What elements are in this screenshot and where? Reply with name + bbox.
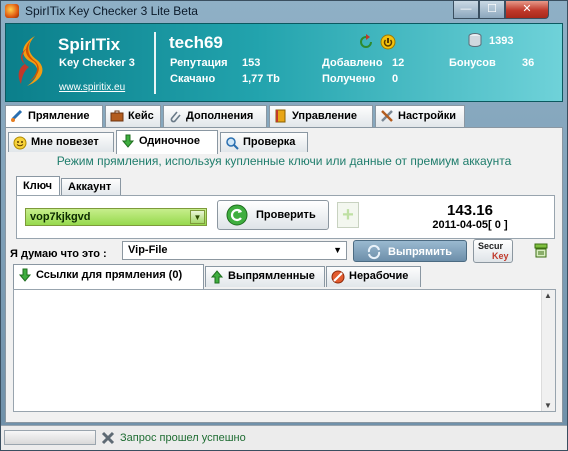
book-icon <box>274 109 288 123</box>
tab-links[interactable]: Ссылки для прямления (0) <box>13 264 204 289</box>
brand-name: SpirITix <box>58 35 121 54</box>
mode-description: Режим прямления, используя купленные клю… <box>56 154 512 168</box>
chevron-down-icon[interactable]: ▼ <box>333 245 342 255</box>
check-button[interactable]: Проверить <box>217 200 329 230</box>
added-label: Добавлено <box>322 57 383 69</box>
smiley-icon <box>13 136 27 150</box>
window-title: SpirITix Key Checker 3 Lite Beta <box>25 4 198 18</box>
added-value: 12 <box>392 57 405 69</box>
down-arrow-icon <box>18 268 32 282</box>
reputation-label: Репутация <box>170 57 228 69</box>
forbidden-icon <box>331 270 345 284</box>
site-link[interactable]: www.spiritix.eu <box>59 82 125 93</box>
scroll-up-icon[interactable]: ▲ <box>544 291 552 300</box>
download-arrow-icon <box>121 134 135 148</box>
key-value: vop7kjkgvd <box>30 211 91 223</box>
swirl-icon <box>366 244 382 260</box>
straighten-button[interactable]: Выпрямить <box>353 240 467 262</box>
product-name: Key Checker 3 <box>59 57 135 69</box>
tab-straightening[interactable]: Прямление <box>5 105 103 129</box>
bonus-label: Бонусов <box>449 57 496 69</box>
minimize-button[interactable]: — <box>453 1 479 19</box>
host-select[interactable]: Vip-File ▼ <box>122 241 347 260</box>
power-icon[interactable] <box>380 34 396 50</box>
clipboard-icon[interactable] <box>533 242 549 258</box>
scroll-down-icon[interactable]: ▼ <box>544 401 552 410</box>
briefcase-icon <box>110 109 124 123</box>
reputation-value: 153 <box>242 57 261 69</box>
username: tech69 <box>169 33 223 52</box>
counter-value: 1393 <box>489 35 514 47</box>
received-label: Получено <box>322 73 376 85</box>
tab-addons[interactable]: Дополнения <box>163 105 267 127</box>
status-text: Запрос прошел успешно <box>120 432 246 444</box>
paperclip-icon <box>168 109 182 123</box>
tools-icon <box>380 109 394 123</box>
links-list[interactable]: ▲ ▼ <box>13 289 556 412</box>
host-value: Vip-File <box>128 244 168 256</box>
database-icon <box>467 32 483 48</box>
header-divider <box>154 32 156 94</box>
guess-label: Я думаю что это : <box>10 248 107 260</box>
tab-management[interactable]: Управление <box>269 105 373 127</box>
magnifier-icon <box>225 136 239 150</box>
tab-settings[interactable]: Настройки <box>375 105 465 127</box>
tab-case[interactable]: Кейс <box>105 105 161 127</box>
securkey-button[interactable]: Secur Key <box>473 239 513 263</box>
up-arrow-icon <box>210 270 224 284</box>
bonus-value: 36 <box>522 57 535 69</box>
spiritix-logo-icon <box>13 34 51 89</box>
received-value: 0 <box>392 73 399 85</box>
tab-check[interactable]: Проверка <box>220 132 308 152</box>
key-combobox[interactable]: vop7kjkgvd ▼ <box>25 208 207 226</box>
links-scrollbar[interactable]: ▲ ▼ <box>541 290 555 411</box>
chevron-down-icon[interactable]: ▼ <box>190 210 205 224</box>
refresh-icon[interactable] <box>358 34 374 50</box>
downloaded-value: 1,77 Tb <box>242 73 280 85</box>
tab-broken[interactable]: Нерабочие <box>326 266 421 287</box>
close-button[interactable]: ✕ <box>505 1 549 19</box>
tab-fixed[interactable]: Выпрямленные <box>205 266 325 287</box>
error-x-icon <box>100 430 116 446</box>
main-panel: Мне повезет Одиночное Проверка Режим пря… <box>5 127 563 423</box>
add-key-button[interactable]: + <box>337 202 359 228</box>
title-bar: SpirITix Key Checker 3 Lite Beta — ☐ ✕ <box>1 1 567 23</box>
account-header: SpirITix Key Checker 3 www.spiritix.eu t… <box>5 23 563 102</box>
key-date: 2011-04-05[ 0 ] <box>432 219 508 231</box>
key-score: 143.16 <box>447 202 493 219</box>
status-bar: Запрос прошел успешно <box>1 425 567 450</box>
tab-lucky[interactable]: Мне повезет <box>8 132 114 152</box>
app-icon <box>5 4 19 18</box>
check-refresh-icon <box>226 204 248 226</box>
straighten-icon <box>10 109 24 123</box>
tab-key[interactable]: Ключ <box>16 176 60 196</box>
downloaded-label: Скачано <box>170 73 216 85</box>
maximize-button[interactable]: ☐ <box>479 1 505 19</box>
tab-single[interactable]: Одиночное <box>116 130 218 154</box>
key-box: vop7kjkgvd ▼ Проверить + 143.16 2011-04-… <box>16 195 555 239</box>
progress-bar <box>4 430 96 445</box>
app-window: SpirITix Key Checker 3 Lite Beta — ☐ ✕ S… <box>0 0 568 451</box>
tab-account[interactable]: Аккаунт <box>61 178 121 196</box>
